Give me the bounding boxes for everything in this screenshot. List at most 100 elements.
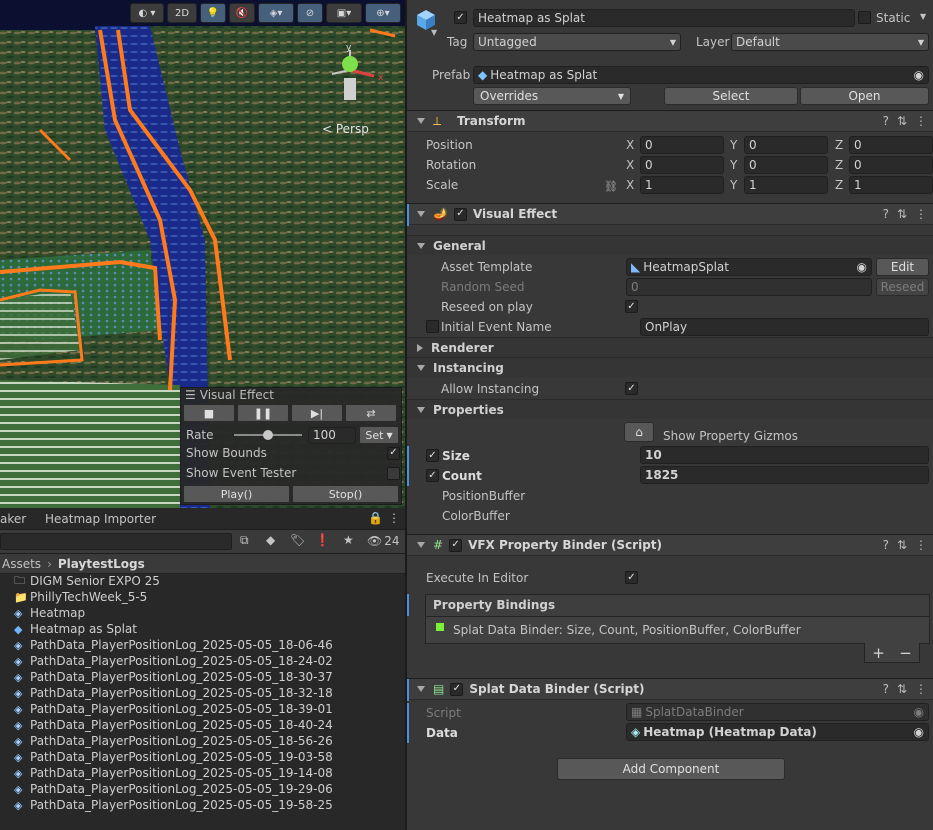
list-item[interactable]: ◈ PathData_PlayerPositionLog_2025-05-05_1… — [14, 781, 333, 797]
preset-icon[interactable]: ⇅ — [897, 114, 907, 128]
preset-icon[interactable]: ⇅ — [897, 682, 907, 696]
show-bounds-checkbox[interactable]: ✓ — [387, 446, 400, 460]
axis-z-label[interactable]: Z — [835, 158, 843, 172]
lighting-toggle[interactable]: 💡 — [200, 3, 226, 23]
binding-list-item[interactable]: Splat Data Binder: Size, Count, Position… — [453, 623, 801, 637]
project-search-input[interactable] — [0, 533, 232, 550]
count-field[interactable]: 1825 — [640, 466, 929, 484]
execute-in-editor-checkbox[interactable]: ✓ — [625, 571, 638, 584]
axis-z-label[interactable]: Z — [835, 178, 843, 192]
initial-event-field[interactable]: OnPlay — [640, 318, 929, 336]
audio-toggle[interactable]: 🔇 — [229, 3, 255, 23]
splat-binder-header[interactable]: ▤ ✓ Splat Data Binder (Script) ? ⇅ ⋮ — [407, 678, 933, 701]
show-event-tester-checkbox[interactable] — [387, 466, 400, 480]
static-checkbox[interactable] — [858, 11, 871, 24]
axis-x-label[interactable]: X — [626, 158, 634, 172]
stop-event-button[interactable]: Stop() — [292, 485, 399, 503]
object-picker-icon[interactable]: ◉ — [857, 260, 867, 274]
filter-type-icon[interactable]: ◆ — [266, 533, 275, 547]
position-y-field[interactable]: 0 — [744, 136, 828, 154]
vfx-binder-enabled-checkbox[interactable]: ✓ — [449, 538, 463, 552]
list-item[interactable]: ◈ PathData_PlayerPositionLog_2025-05-05_1… — [14, 733, 333, 749]
properties-foldout[interactable]: Properties — [407, 399, 933, 419]
count-override-checkbox[interactable]: ✓ — [426, 469, 439, 482]
tag-dropdown[interactable]: Untagged ▼ — [473, 33, 681, 51]
2d-mode-button[interactable]: 2D — [167, 3, 197, 23]
pause-button[interactable]: ❚❚ — [237, 404, 289, 422]
gizmos-button[interactable]: ⊕▾ — [365, 3, 401, 23]
list-item[interactable]: 📁 PhillyTechWeek_5-5 — [14, 589, 147, 605]
warning-icon[interactable]: ❗ — [315, 533, 330, 547]
rate-input[interactable]: 100 — [308, 426, 356, 444]
static-dropdown-icon[interactable]: ▼ — [920, 12, 926, 21]
object-picker-icon[interactable]: ◉ — [914, 725, 924, 739]
stop-button[interactable]: ■ — [183, 404, 235, 422]
step-button[interactable]: ▶| — [291, 404, 343, 422]
rate-set-dropdown[interactable]: Set ▼ — [359, 426, 399, 444]
allow-instancing-checkbox[interactable]: ✓ — [625, 382, 638, 395]
position-z-field[interactable]: 0 — [849, 136, 933, 154]
favorite-star-icon[interactable]: ★ — [343, 533, 354, 547]
effects-toggle[interactable]: ◈▾ — [258, 3, 294, 23]
axis-x-label[interactable]: X — [626, 138, 634, 152]
rate-slider[interactable] — [234, 429, 302, 441]
scene-visibility-toggle[interactable]: ⊘ — [297, 3, 323, 23]
axis-y-label[interactable]: Y — [730, 158, 737, 172]
object-picker-icon[interactable]: ◉ — [914, 68, 924, 82]
general-foldout[interactable]: General — [407, 235, 933, 255]
drag-handle-icon[interactable]: ☰ — [185, 388, 196, 402]
tab-heatmap-importer[interactable]: Heatmap Importer — [45, 512, 156, 526]
scale-z-field[interactable]: 1 — [849, 176, 933, 194]
rotation-z-field[interactable]: 0 — [849, 156, 933, 174]
help-icon[interactable]: ? — [883, 207, 889, 221]
preset-icon[interactable]: ⇅ — [897, 207, 907, 221]
restart-button[interactable]: ⇄ — [345, 404, 397, 422]
preset-icon[interactable]: ⇅ — [897, 538, 907, 552]
label-icon[interactable]: 🏷 — [290, 533, 305, 547]
icon-dropdown-arrow[interactable]: ▼ — [431, 28, 437, 37]
component-menu-icon[interactable]: ⋮ — [915, 682, 927, 696]
list-item[interactable]: ◈ PathData_PlayerPositionLog_2025-05-05_1… — [14, 637, 333, 653]
list-item[interactable]: ◈ PathData_PlayerPositionLog_2025-05-05_1… — [14, 765, 333, 781]
tab-baker[interactable]: aker — [0, 512, 26, 526]
prefab-open-button[interactable]: Open — [800, 87, 929, 105]
camera-settings-button[interactable]: ▣▾ — [326, 3, 362, 23]
persp-label[interactable]: < Persp — [322, 122, 369, 136]
search-by-type-icon[interactable]: ⧉ — [240, 533, 249, 548]
size-field[interactable]: 10 — [640, 446, 929, 464]
axis-z-label[interactable]: Z — [835, 138, 843, 152]
list-item[interactable]: ◈ PathData_PlayerPositionLog_2025-05-05_1… — [14, 685, 333, 701]
splat-binder-enabled-checkbox[interactable]: ✓ — [450, 682, 464, 696]
prefab-select-button[interactable]: Select — [664, 87, 798, 105]
size-override-checkbox[interactable]: ✓ — [426, 449, 439, 462]
list-item[interactable]: 🗀 DIGM Senior EXPO 25 — [14, 573, 160, 589]
active-checkbox[interactable]: ✓ — [454, 11, 467, 24]
axis-x-label[interactable]: X — [626, 178, 634, 192]
edit-button[interactable]: Edit — [876, 258, 929, 276]
lock-icon[interactable]: 🔒 — [368, 511, 383, 525]
vfx-binder-header[interactable]: # ✓ VFX Property Binder (Script) ? ⇅ ⋮ — [407, 534, 933, 556]
help-icon[interactable]: ? — [883, 114, 889, 128]
scene-view[interactable]: x y < Persp ◐ ▾ 2D 💡 🔇 ◈▾ ⊘ ▣▾ ⊕▾ ☰ Visu… — [0, 0, 405, 508]
list-item[interactable]: ◈ PathData_PlayerPositionLog_2025-05-05_1… — [14, 797, 333, 813]
scale-y-field[interactable]: 1 — [744, 176, 828, 194]
play-event-button[interactable]: Play() — [183, 485, 290, 503]
rate-slider-thumb[interactable] — [263, 430, 273, 440]
transform-header[interactable]: ⟂ Transform ? ⇅ ⋮ — [407, 110, 933, 132]
orientation-gizmo[interactable]: x y — [318, 43, 388, 114]
component-menu-icon[interactable]: ⋮ — [915, 538, 927, 552]
instancing-foldout[interactable]: Instancing — [407, 357, 933, 377]
position-x-field[interactable]: 0 — [640, 136, 724, 154]
initial-event-override-checkbox[interactable] — [426, 320, 439, 333]
breadcrumb-current[interactable]: PlaytestLogs — [58, 557, 145, 571]
shading-mode-button[interactable]: ◐ ▾ — [130, 3, 164, 23]
asset-template-field[interactable]: ◣ HeatmapSplat ◉ — [626, 258, 872, 276]
axis-y-label[interactable]: Y — [730, 138, 737, 152]
component-menu-icon[interactable]: ⋮ — [915, 207, 927, 221]
renderer-foldout[interactable]: Renderer — [407, 337, 933, 357]
kebab-menu-icon[interactable]: ⋮ — [388, 511, 400, 525]
scale-x-field[interactable]: 1 — [640, 176, 724, 194]
add-component-button[interactable]: Add Component — [557, 758, 785, 780]
rotation-y-field[interactable]: 0 — [744, 156, 828, 174]
help-icon[interactable]: ? — [883, 682, 889, 696]
